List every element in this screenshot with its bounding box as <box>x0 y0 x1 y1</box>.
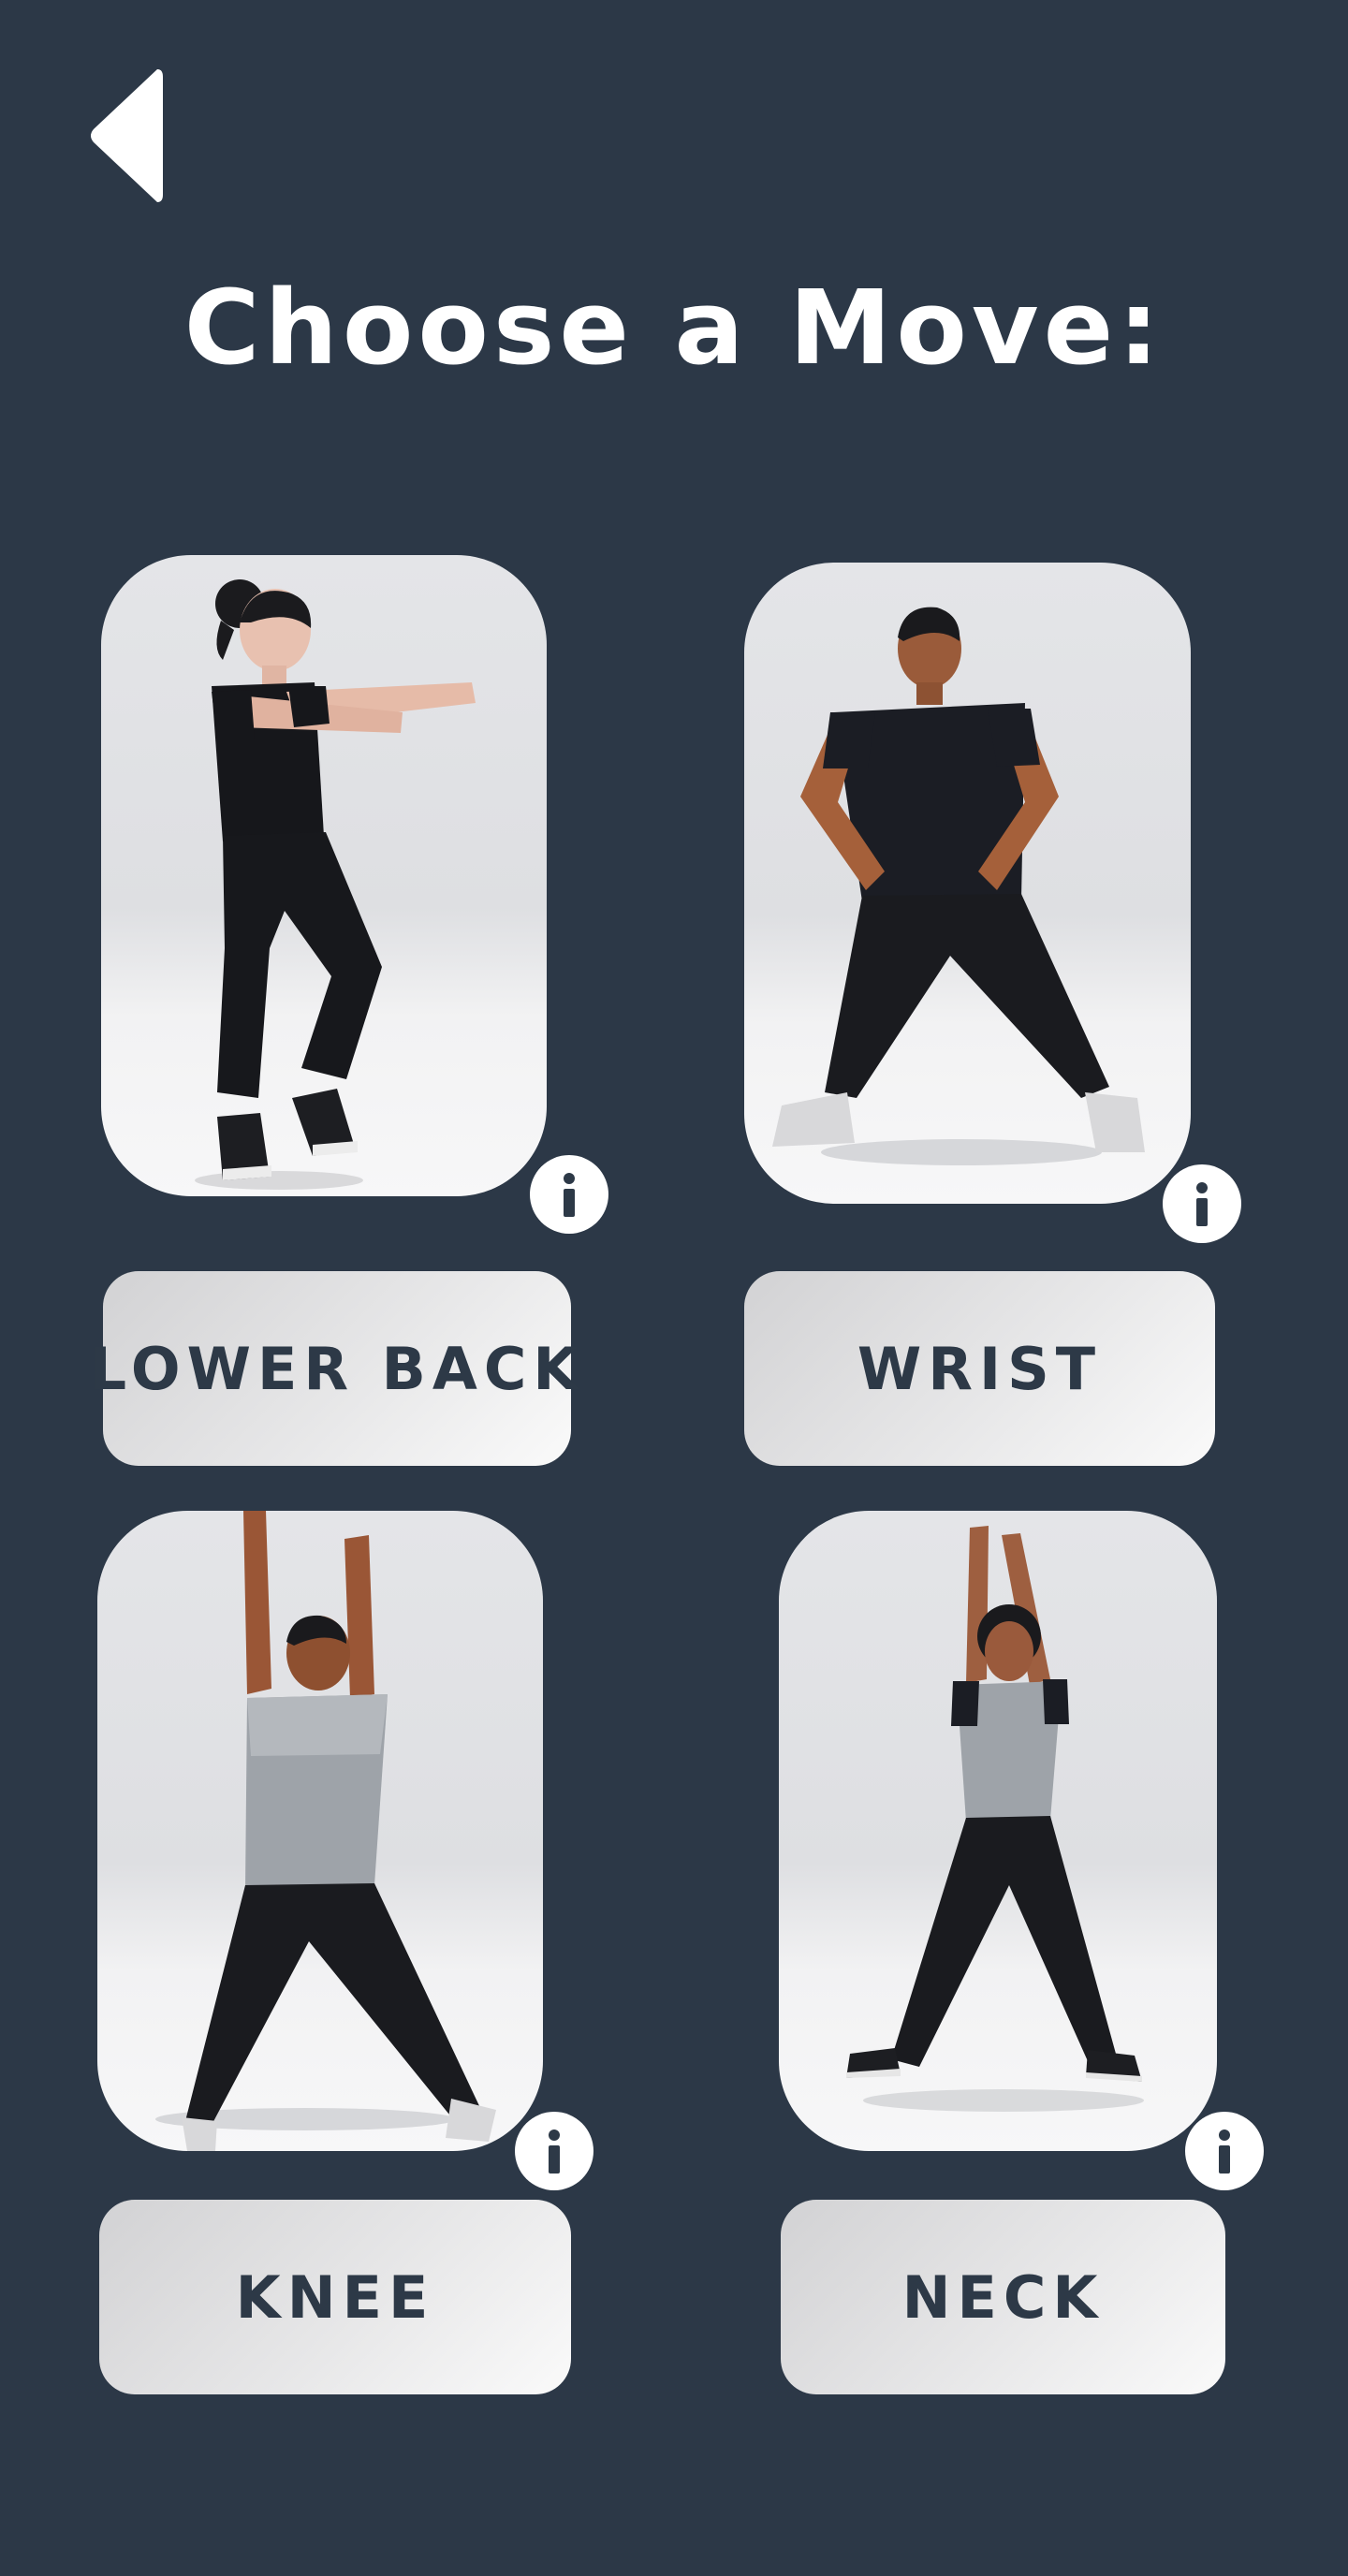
info-icon <box>549 2130 560 2174</box>
page-title: Choose a Move: <box>183 268 1165 388</box>
move-label: WRIST <box>857 1334 1103 1403</box>
move-label: KNEE <box>235 2262 435 2332</box>
move-card-wrist[interactable] <box>744 563 1191 1204</box>
info-icon <box>564 1173 575 1217</box>
move-card-lower-back[interactable] <box>101 555 547 1196</box>
avatar-hands-on-hips-image <box>772 607 1145 1165</box>
avatar-arms-up-woman-image <box>846 1526 1144 2112</box>
avatar-arms-up-man-image <box>155 1511 496 2151</box>
neck-info-button[interactable] <box>1185 2112 1264 2190</box>
wrist-info-button[interactable] <box>1163 1164 1241 1243</box>
avatar-squat-image <box>195 579 476 1190</box>
move-label: NECK <box>901 2262 1105 2332</box>
knee-info-button[interactable] <box>515 2112 593 2190</box>
back-button[interactable] <box>84 66 168 206</box>
back-triangle-icon <box>91 69 163 202</box>
move-label: LOWER BACK <box>89 1334 585 1403</box>
info-icon <box>1196 1182 1208 1226</box>
move-button-knee[interactable]: KNEE <box>99 2200 571 2394</box>
lower-back-info-button[interactable] <box>530 1155 608 1234</box>
move-card-knee[interactable] <box>97 1511 543 2151</box>
move-button-neck[interactable]: NECK <box>781 2200 1225 2394</box>
info-icon <box>1219 2130 1230 2174</box>
move-button-wrist[interactable]: WRIST <box>744 1271 1215 1466</box>
move-button-lower-back[interactable]: LOWER BACK <box>90 1271 578 1466</box>
move-card-neck[interactable] <box>779 1511 1217 2151</box>
